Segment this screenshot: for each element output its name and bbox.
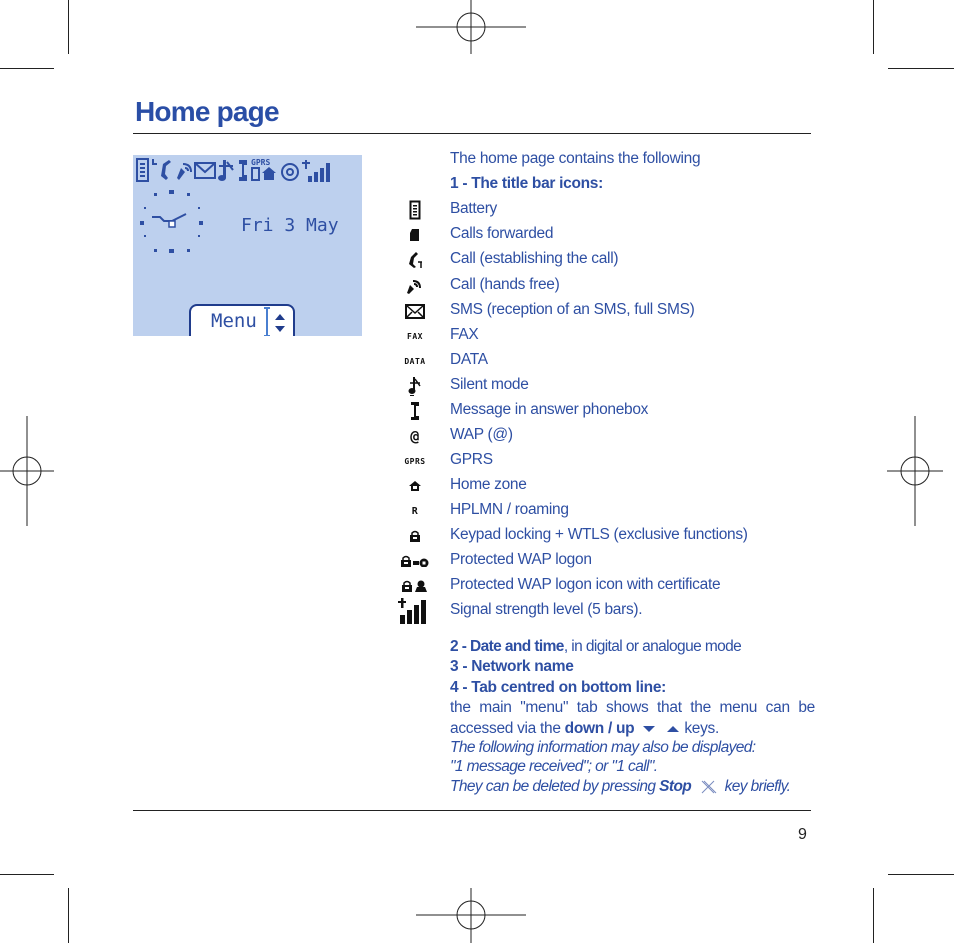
crop-mark — [68, 888, 69, 943]
section4-line1: the main "menu" tab shows that the menu … — [450, 699, 815, 717]
menu-tab[interactable]: Menu — [189, 304, 295, 336]
icon-legend-label: Home zone — [450, 476, 527, 493]
data-icon: DATA — [390, 350, 440, 372]
section4-line2-post: keys. — [680, 720, 720, 737]
up-arrow-icon — [667, 725, 680, 732]
up-down-arrows-icon — [275, 314, 285, 332]
wap-icon-glyph: @ — [410, 427, 420, 445]
intro-text: The home page contains the following — [450, 150, 701, 167]
icon-legend-label: GPRS — [450, 451, 493, 468]
note-line3-pre: They can be deleted by pressing — [450, 778, 660, 795]
page-title: Home page — [135, 96, 280, 127]
wap-icon: @ — [390, 425, 440, 447]
hands-free-icon — [390, 275, 440, 297]
hands-free-icon — [177, 163, 192, 180]
battery-icon — [136, 158, 149, 182]
cursor-icon — [264, 307, 270, 336]
footer-rule — [133, 810, 811, 811]
section3-heading: 3 - Network name — [450, 658, 574, 675]
icon-legend-label: Call (hands free) — [450, 276, 560, 293]
gprs-home-zone-icon: GPRS — [251, 158, 276, 181]
stop-key-icon — [701, 780, 717, 794]
section4-heading: 4 - Tab centred on bottom line: — [450, 679, 667, 696]
silent-mode-icon — [218, 160, 234, 181]
stop-label: Stop — [659, 778, 692, 795]
call-establishing-icon — [390, 249, 440, 271]
note-line1: The following information may also be di… — [450, 739, 756, 756]
answer-phonebox-icon — [239, 160, 247, 181]
signal-strength-icon — [302, 160, 330, 182]
section1-heading: 1 - The title bar icons: — [450, 175, 603, 192]
icon-legend-label: DATA — [450, 351, 488, 368]
screen-date: Fri 3 May — [241, 215, 339, 236]
icon-legend-label: WAP (@) — [450, 426, 513, 443]
registration-mark-top — [416, 0, 526, 54]
menu-tab-label: Menu — [211, 310, 257, 332]
note-line2: "1 message received"; or "1 call". — [450, 758, 658, 775]
status-bar-icons: GPRS — [136, 158, 330, 182]
icon-legend-label: SMS (reception of an SMS, full SMS) — [450, 301, 695, 318]
icon-legend-label: FAX — [450, 326, 479, 343]
crop-mark — [888, 68, 954, 69]
icon-legend-label: HPLMN / roaming — [450, 501, 569, 518]
keypad-lock-icon — [390, 525, 440, 547]
gprs-icon: GPRS — [390, 450, 440, 472]
phone-home-screen: GPRS Fri 3 May Menu — [133, 155, 362, 336]
down-arrow-icon — [643, 725, 656, 732]
crop-mark — [68, 0, 69, 54]
icon-legend-label: Silent mode — [450, 376, 529, 393]
sms-icon — [194, 162, 216, 179]
icon-legend-label: Signal strength level (5 bars). — [450, 601, 643, 618]
protected-wap-icon — [390, 550, 440, 572]
icon-legend-label: Battery — [450, 200, 498, 217]
registration-mark-left — [0, 416, 54, 526]
page-number: 9 — [798, 826, 807, 843]
calls-forwarded-icon — [152, 159, 157, 165]
call-establishing-icon — [161, 160, 171, 180]
data-icon-glyph: DATA — [404, 356, 426, 366]
section4-line1-text: the main "menu" tab shows that the menu … — [450, 699, 815, 716]
roaming-icon-glyph: R — [411, 505, 419, 517]
section2-line: 2 - Date and time, in digital or analogu… — [450, 638, 742, 656]
registration-mark-bottom — [416, 888, 526, 943]
signal-strength-icon — [390, 597, 440, 625]
icon-legend-label: Message in answer phonebox — [450, 401, 649, 418]
silent-mode-icon — [390, 375, 440, 397]
fax-icon-glyph: FAX — [407, 331, 423, 341]
registration-mark-right — [887, 416, 943, 526]
note-line3-post: key briefly. — [720, 778, 791, 795]
protected-wap-certificate-icon — [390, 575, 440, 597]
crop-mark — [873, 0, 874, 54]
wap-icon — [281, 163, 299, 181]
gprs-icon-glyph: GPRS — [404, 456, 426, 466]
section4-line2-pre: accessed via the — [450, 720, 565, 737]
section4-line2: accessed via the down / up keys. — [450, 720, 719, 738]
crop-mark — [0, 68, 54, 69]
calls-forwarded-icon — [390, 224, 440, 246]
icon-legend-label: Protected WAP logon — [450, 551, 592, 568]
svg-text:GPRS: GPRS — [251, 158, 270, 167]
section2-text: , in digital or analogue mode — [563, 638, 742, 655]
section2-heading: 2 - Date and time — [450, 638, 564, 655]
fax-icon: FAX — [390, 325, 440, 347]
sms-icon — [390, 300, 440, 322]
crop-mark — [873, 888, 874, 943]
icon-legend-label: Call (establishing the call) — [450, 250, 619, 267]
crop-mark — [888, 874, 954, 875]
header-rule — [133, 133, 811, 134]
icon-legend-label: Keypad locking + WTLS (exclusive functio… — [450, 526, 748, 543]
analogue-clock — [140, 190, 203, 253]
home-zone-icon — [390, 475, 440, 497]
note-line3: They can be deleted by pressing Stop key… — [450, 778, 791, 796]
icon-legend-label: Calls forwarded — [450, 225, 554, 242]
down-up-label: down / up — [564, 720, 635, 737]
answer-phonebox-icon — [390, 400, 440, 422]
roaming-icon: R — [390, 500, 440, 522]
battery-icon — [390, 199, 440, 221]
crop-mark — [0, 874, 54, 875]
icon-legend-label: Protected WAP logon icon with certificat… — [450, 576, 721, 593]
